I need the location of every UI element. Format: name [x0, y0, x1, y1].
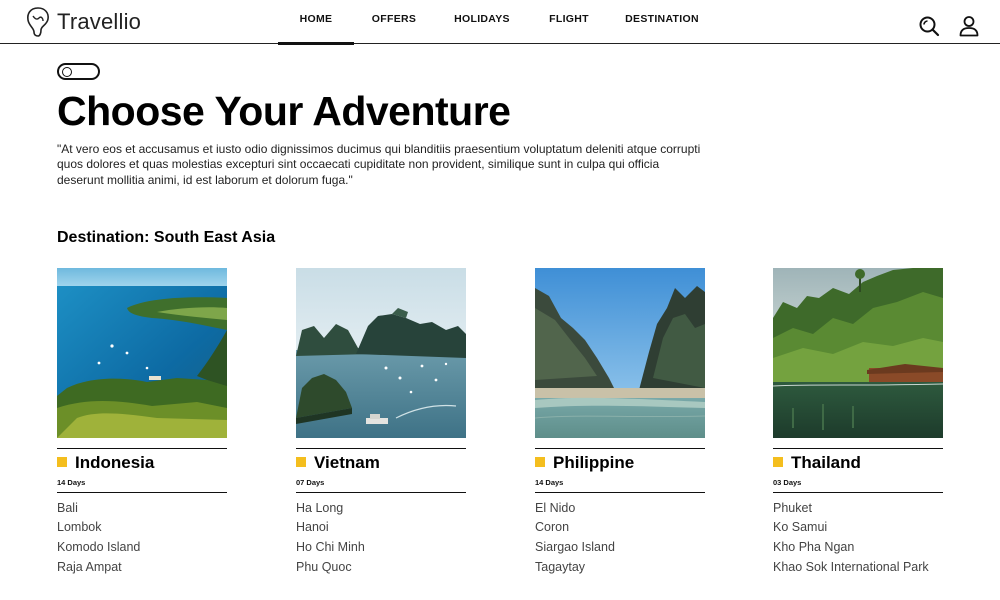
top-header: Travellio HOME OFFERS HOLIDAYS FLIGHT DE… — [0, 0, 1000, 45]
list-item[interactable]: Phuket — [773, 499, 943, 518]
nav-destination[interactable]: DESTINATION — [608, 0, 716, 44]
vietnam-image[interactable] — [296, 268, 466, 438]
list-item[interactable]: Lombok — [57, 518, 227, 537]
list-item[interactable]: El Nido — [535, 499, 705, 518]
section-title: Destination: South East Asia — [57, 229, 276, 246]
accent-marker — [57, 457, 67, 467]
nav-offers[interactable]: OFFERS — [354, 0, 434, 44]
toggle-knob — [62, 67, 72, 77]
list-item[interactable]: Hanoi — [296, 518, 466, 537]
list-item[interactable]: Kho Pha Ngan — [773, 538, 943, 557]
place-list: El Nido Coron Siargao Island Tagaytay — [535, 499, 705, 576]
list-item[interactable]: Khao Sok International Park — [773, 558, 943, 577]
main-nav: HOME OFFERS HOLIDAYS FLIGHT DESTINATION — [278, 0, 716, 45]
card-duration: 14 Days — [57, 478, 227, 493]
list-item[interactable]: Ho Chi Minh — [296, 538, 466, 557]
place-list: Ha Long Hanoi Ho Chi Minh Phu Quoc — [296, 499, 466, 576]
accent-marker — [773, 457, 783, 467]
destination-card-thailand: Thailand 03 Days Phuket Ko Samui Kho Pha… — [773, 268, 943, 576]
card-title[interactable]: Thailand — [791, 453, 861, 473]
card-duration: 14 Days — [535, 478, 705, 493]
list-item[interactable]: Tagaytay — [535, 558, 705, 577]
list-item[interactable]: Phu Quoc — [296, 558, 466, 577]
accent-marker — [535, 457, 545, 467]
logo-text: Travellio — [57, 9, 142, 34]
card-title[interactable]: Vietnam — [314, 453, 380, 473]
user-icon[interactable] — [958, 15, 980, 37]
intro-text: "At vero eos et accusamus et iusto odio … — [57, 142, 701, 187]
search-icon[interactable] — [918, 15, 940, 37]
nav-home[interactable]: HOME — [278, 0, 354, 45]
card-title-row: Vietnam — [296, 448, 466, 473]
accent-marker — [296, 457, 306, 467]
card-title-row: Indonesia — [57, 448, 227, 473]
card-title-row: Thailand — [773, 448, 943, 473]
list-item[interactable]: Bali — [57, 499, 227, 518]
destination-card-indonesia: Indonesia 14 Days Bali Lombok Komodo Isl… — [57, 268, 227, 576]
card-duration: 03 Days — [773, 478, 943, 493]
destination-card-vietnam: Vietnam 07 Days Ha Long Hanoi Ho Chi Min… — [296, 268, 466, 576]
card-title[interactable]: Philippine — [553, 453, 634, 473]
destination-card-philippine: Philippine 14 Days El Nido Coron Siargao… — [535, 268, 705, 576]
list-item[interactable]: Komodo Island — [57, 538, 227, 557]
list-item[interactable]: Ha Long — [296, 499, 466, 518]
card-title[interactable]: Indonesia — [75, 453, 154, 473]
indonesia-image[interactable] — [57, 268, 227, 438]
list-item[interactable]: Coron — [535, 518, 705, 537]
place-list: Bali Lombok Komodo Island Raja Ampat — [57, 499, 227, 576]
nav-flight[interactable]: FLIGHT — [530, 0, 608, 44]
thailand-image[interactable] — [773, 268, 943, 438]
list-item[interactable]: Ko Samui — [773, 518, 943, 537]
theme-toggle[interactable] — [57, 63, 100, 80]
page-title: Choose Your Adventure — [57, 88, 511, 134]
card-title-row: Philippine — [535, 448, 705, 473]
list-item[interactable]: Siargao Island — [535, 538, 705, 557]
list-item[interactable]: Raja Ampat — [57, 558, 227, 577]
logo-icon — [27, 7, 49, 37]
nav-holidays[interactable]: HOLIDAYS — [434, 0, 530, 44]
logo[interactable]: Travellio — [25, 6, 141, 38]
card-duration: 07 Days — [296, 478, 466, 493]
philippine-image[interactable] — [535, 268, 705, 438]
place-list: Phuket Ko Samui Kho Pha Ngan Khao Sok In… — [773, 499, 943, 576]
